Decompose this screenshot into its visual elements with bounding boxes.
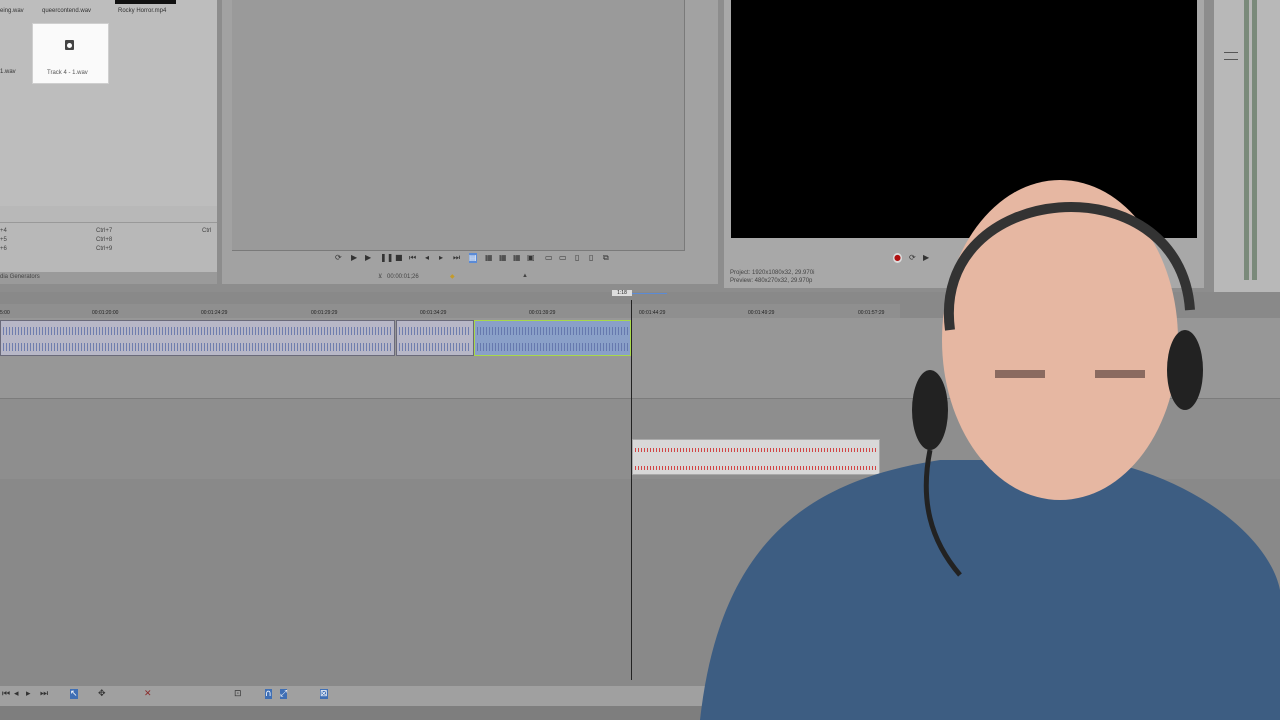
audio-clip[interactable] (0, 320, 395, 356)
audio-file-icon (65, 40, 74, 50)
trimmer-timecode-marker-icon: ⊻ (378, 274, 383, 280)
ruler-label: 00:01:34:29 (420, 310, 447, 316)
headset-earpiece (912, 370, 948, 450)
loop-icon[interactable]: ⟳ (335, 253, 342, 263)
waveform (3, 343, 392, 351)
forward-icon[interactable]: ▸ (439, 253, 443, 263)
trimmer-timecode: 00:00:01;26 (387, 274, 419, 280)
tool-icon[interactable]: ▯ (575, 253, 579, 263)
audio-clip-selected[interactable] (474, 320, 631, 356)
media-item-label: Track 4 - 1.wav (47, 70, 88, 76)
shortcut-key: +4 (0, 228, 7, 234)
edit-tool-icon[interactable]: ↖ (70, 689, 78, 699)
play-icon[interactable]: ▶ (365, 253, 371, 263)
trimmer-display (232, 0, 685, 251)
ruler-label: 00:01:39:29 (529, 310, 556, 316)
project-media-panel: eing.wav queercontend.wav Rocky Horror.m… (0, 0, 217, 206)
triangle-icon: ▲ (522, 273, 528, 279)
tool-icon[interactable]: ⧉ (603, 253, 609, 263)
pause-icon[interactable]: ❚❚ (380, 253, 393, 263)
tab-label: dia Generators (0, 274, 40, 280)
cursor-time-label: 1:18 (612, 290, 632, 296)
play-from-start-icon[interactable]: ▶ (351, 253, 357, 263)
rewind-icon[interactable]: ◂ (425, 253, 429, 263)
shirt-shape (700, 460, 1280, 720)
media-item-label[interactable]: 1.wav (0, 69, 16, 75)
magnet-icon[interactable]: ∩ (265, 689, 272, 699)
shortcut-key: +6 (0, 246, 7, 252)
auto-ripple-icon[interactable]: ⤢ (280, 689, 288, 699)
ruler-label: 00:01:44:29 (639, 310, 666, 316)
go-to-end-icon[interactable]: ⏭ (40, 689, 48, 699)
shortcut-key: Ctrl+9 (96, 246, 113, 252)
tool-icon[interactable]: ▦ (499, 253, 507, 263)
trimmer-transport: ⟳ ▶ ▶ ❚❚ ■ ⏮ ◂ ▸ ⏭ ▤ ▦ ▦ ▦ ▣ ▭ ▭ ▯ ▯ ⧉ (335, 253, 615, 265)
media-item-label[interactable]: Rocky Horror.mp4 (118, 8, 166, 14)
tool-icon[interactable]: ▭ (545, 253, 553, 263)
tool-icon[interactable]: ▣ (527, 253, 535, 263)
tool-icon[interactable]: ▭ (559, 253, 567, 263)
shortcut-key: Ctrl+7 (96, 228, 113, 234)
eye-left (995, 370, 1045, 378)
delete-icon[interactable]: ✕ (144, 689, 152, 699)
shortcut-key: Ctrl (202, 228, 212, 234)
meter-fader-icon[interactable] (1224, 52, 1238, 60)
next-frame-icon[interactable]: ⏭ (453, 253, 460, 263)
marker-icon: ◆ (450, 274, 455, 280)
webcam-person (700, 180, 1280, 720)
lock-envelopes-icon[interactable]: ⊠ (320, 689, 328, 699)
media-thumbnail[interactable] (115, 0, 176, 4)
previous-frame-icon[interactable]: ◂ (14, 689, 19, 699)
shortcut-key: +5 (0, 237, 7, 243)
timeline-cursor[interactable] (631, 300, 632, 680)
waveform (399, 327, 471, 335)
tool-icon[interactable]: ▦ (513, 253, 521, 263)
next-frame-icon[interactable]: ▸ (26, 689, 31, 699)
eye-right (1095, 370, 1145, 378)
media-item-label[interactable]: eing.wav (0, 8, 24, 14)
shortcuts-panel: +4 +5 +6 Ctrl+7 Ctrl+8 Ctrl+9 Ctrl (0, 206, 217, 272)
ruler-label: 5:00 (0, 310, 10, 316)
stop-icon[interactable]: ■ (395, 253, 403, 263)
loop-region[interactable] (632, 293, 667, 294)
waveform (477, 343, 628, 351)
previous-frame-icon[interactable]: ⏮ (409, 253, 416, 263)
media-item-label[interactable]: queercontend.wav (42, 8, 91, 14)
tool-icon[interactable]: ▯ (589, 253, 593, 263)
audio-clip[interactable] (396, 320, 474, 356)
media-item-selected[interactable]: Track 4 - 1.wav (32, 23, 109, 84)
region-icon[interactable]: ⊡ (234, 689, 242, 699)
tab-media-generators[interactable]: dia Generators (0, 272, 217, 284)
sync-cursor-icon[interactable]: ▤ (469, 253, 477, 263)
ruler-label: 00:01:20:00 (92, 310, 119, 316)
tool-icon[interactable]: ▦ (485, 253, 493, 263)
ruler-label: 00:01:24:29 (201, 310, 228, 316)
waveform (399, 343, 471, 351)
ruler-label: 00:01:29:29 (311, 310, 338, 316)
envelope-tool-icon[interactable]: ✥ (98, 689, 106, 699)
waveform (477, 327, 628, 335)
headset-earpiece (1167, 330, 1203, 410)
shortcut-key: Ctrl+8 (96, 237, 113, 243)
waveform (3, 327, 392, 335)
webcam-overlay (680, 120, 1280, 720)
go-to-start-icon[interactable]: ⏮ (2, 689, 10, 699)
